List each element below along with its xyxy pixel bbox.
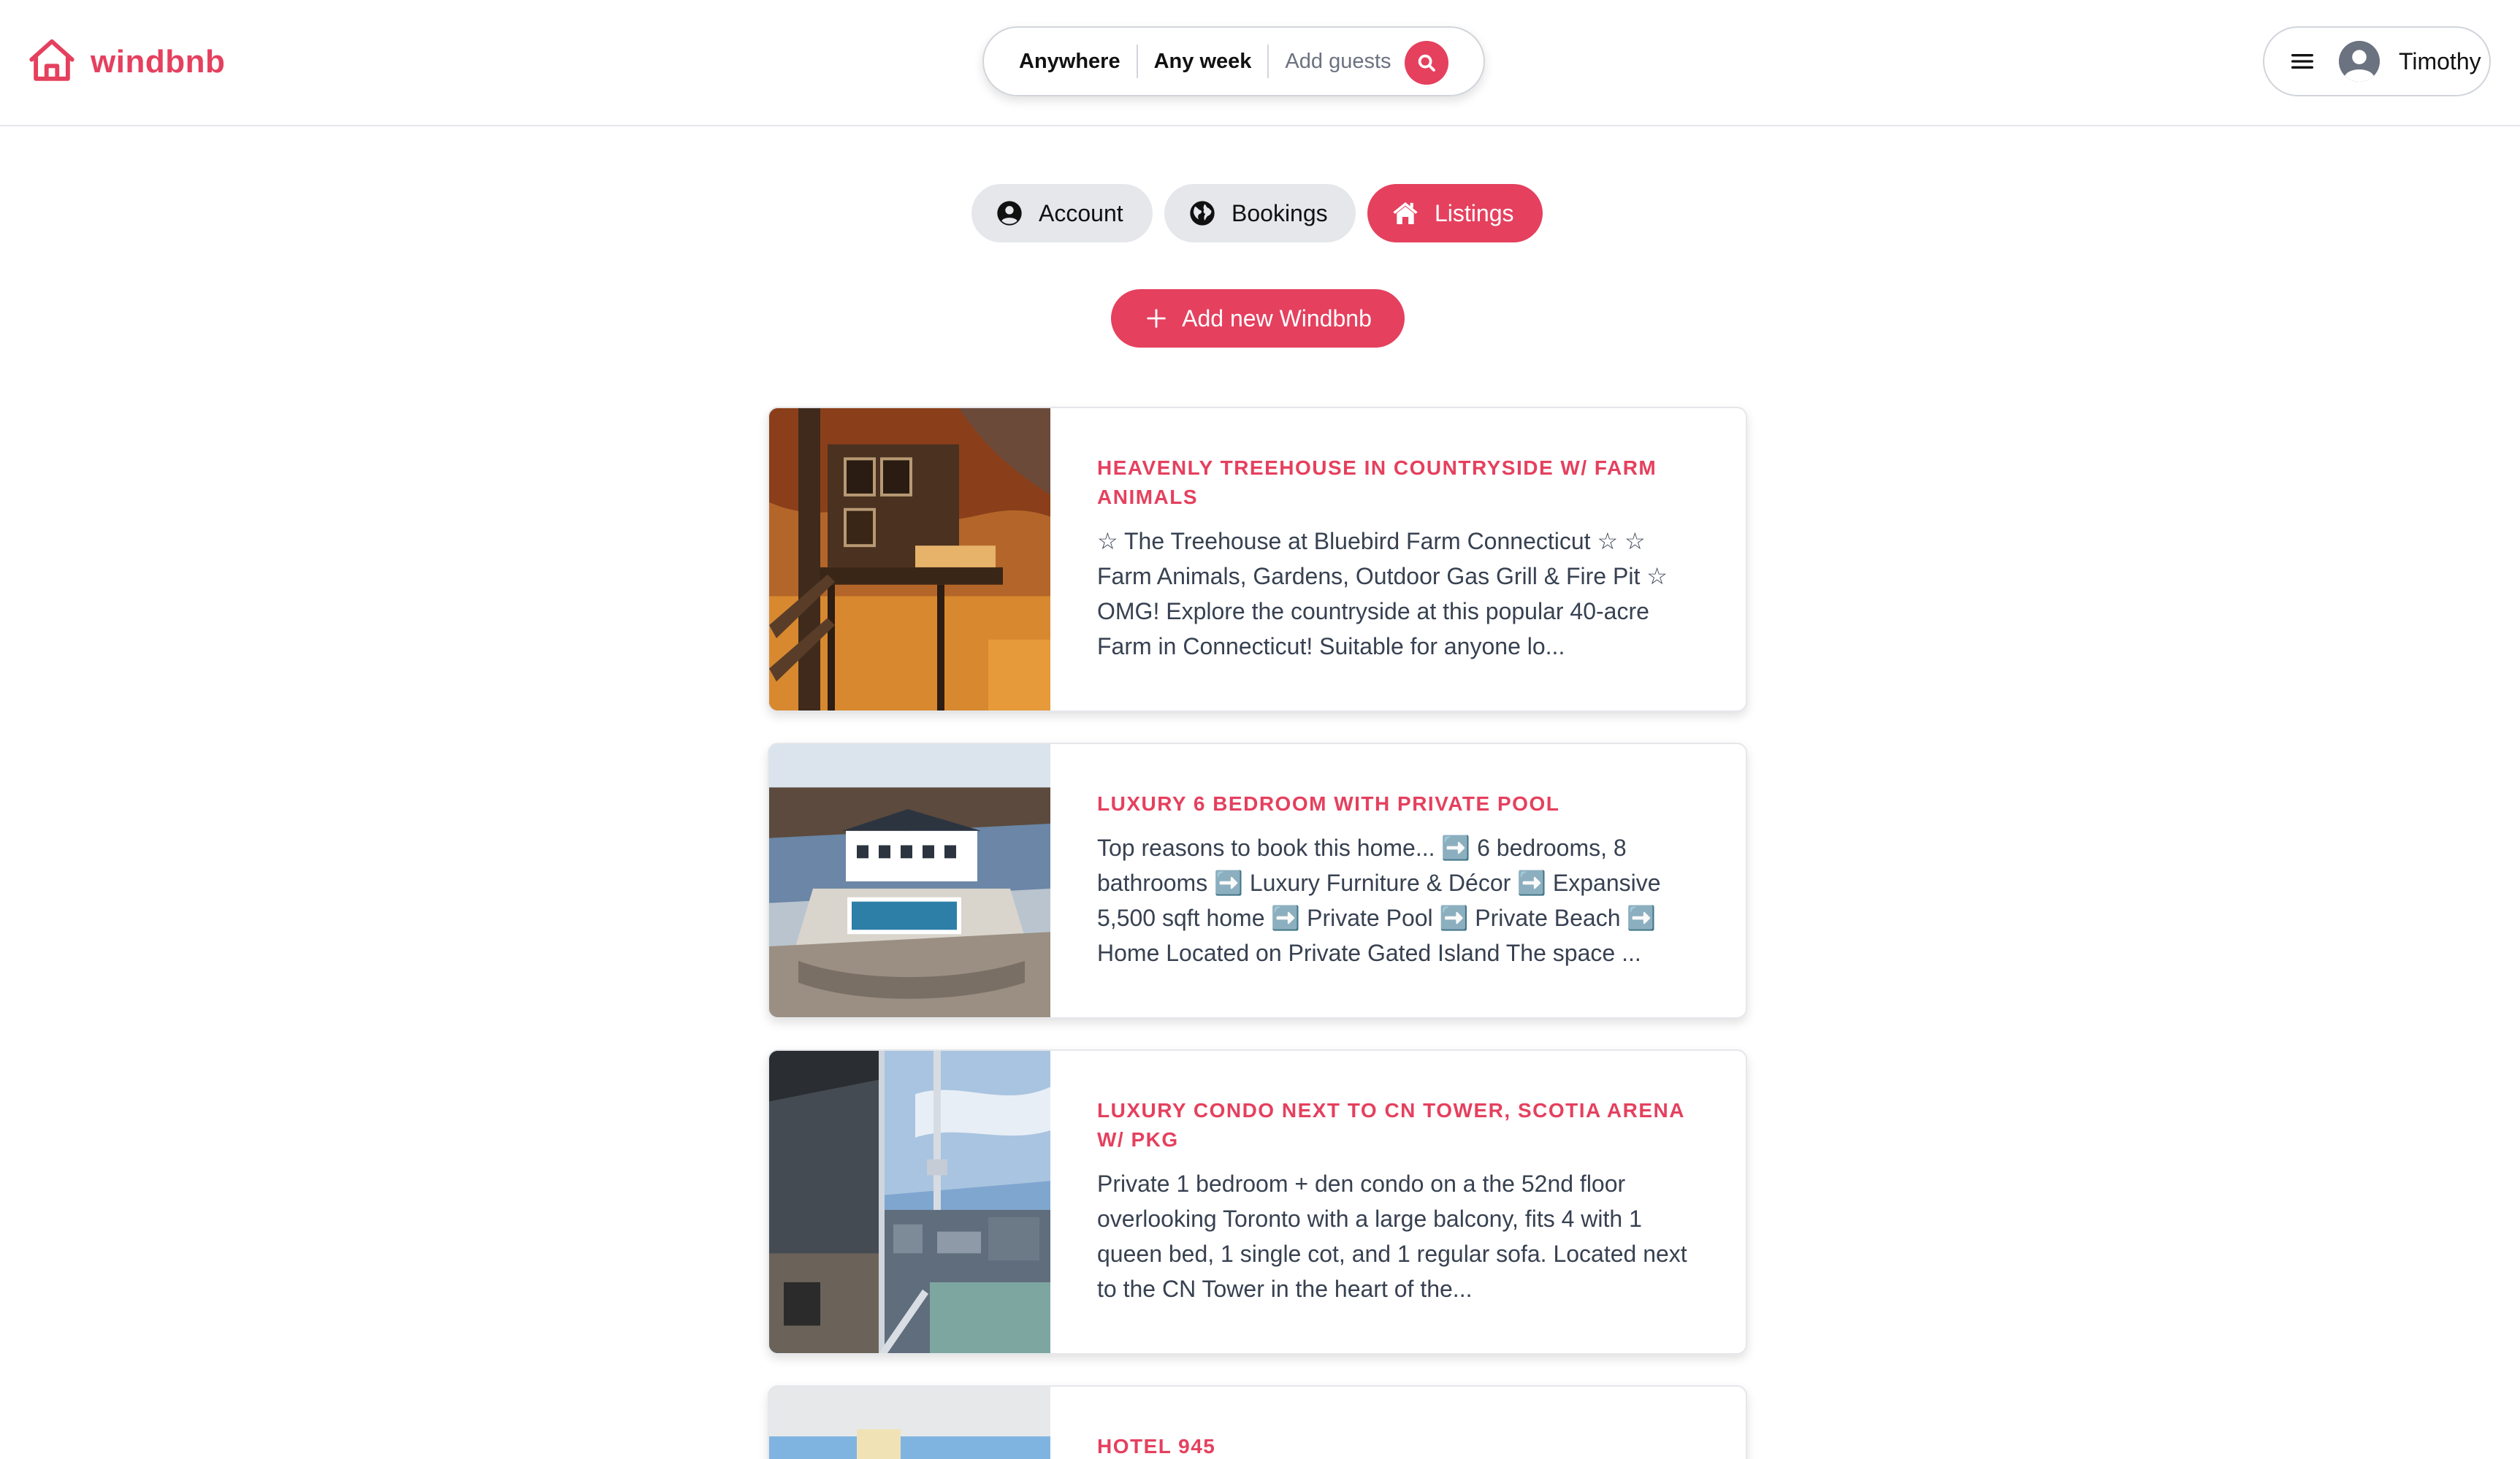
listing-title: HEAVENLY TREEHOUSE IN COUNTRYSIDE W/ FAR… — [1097, 456, 1657, 508]
listing-photo-treehouse — [769, 408, 1050, 711]
listing-card[interactable]: HEAVENLY TREEHOUSE IN COUNTRYSIDE W/ FAR… — [768, 407, 1747, 712]
listing-card[interactable]: LUXURY CONDO NEXT TO CN TOWER, SCOTIA AR… — [768, 1049, 1747, 1355]
search-icon — [1418, 54, 1435, 72]
listing-photo-condo — [769, 1051, 1050, 1353]
add-listing-label: Add new Windbnb — [1182, 305, 1372, 332]
tab-label: Account — [1039, 199, 1123, 226]
search-location[interactable]: Anywhere — [1019, 50, 1120, 74]
search-guests[interactable]: Add guests — [1285, 50, 1391, 74]
listing-photo-hotel — [769, 1387, 1050, 1459]
account-tabs: Account Bookings Listings — [971, 184, 1543, 242]
tab-account[interactable]: Account — [971, 184, 1153, 242]
add-listing-button[interactable]: Add new Windbnb — [1111, 289, 1405, 348]
plus-icon — [1144, 306, 1169, 331]
tab-label: Bookings — [1232, 199, 1328, 226]
brand-name: windbnb — [91, 44, 226, 80]
tab-bookings[interactable]: Bookings — [1164, 184, 1356, 242]
search-bar[interactable]: Anywhere Any week Add guests — [982, 26, 1485, 96]
search-dates[interactable]: Any week — [1154, 50, 1252, 74]
tab-label: Listings — [1435, 199, 1514, 226]
search-button[interactable] — [1405, 41, 1448, 85]
listing-card[interactable]: LUXURY 6 BEDROOM WITH PRIVATE POOL Top r… — [768, 743, 1747, 1019]
user-name: Timothy — [2399, 47, 2481, 74]
listing-description: Top reasons to book this home... ➡️ 6 be… — [1097, 835, 1661, 966]
listing-description: ☆ The Treehouse at Bluebird Farm Connect… — [1097, 528, 1668, 659]
avatar — [2339, 41, 2380, 82]
hamburger-menu-icon — [2288, 47, 2317, 76]
top-header: windbnb Anywhere Any week Add guests Tim… — [0, 0, 2520, 126]
home-icon — [1391, 199, 1420, 228]
search-divider — [1267, 45, 1269, 78]
listing-title: LUXURY CONDO NEXT TO CN TOWER, SCOTIA AR… — [1097, 1099, 1684, 1151]
listing-title: LUXURY 6 BEDROOM WITH PRIVATE POOL — [1097, 792, 1560, 815]
brand-logo[interactable]: windbnb — [26, 37, 225, 88]
listing-title: HOTEL 945 — [1097, 1435, 1216, 1458]
listing-description: Private 1 bedroom + den condo on a the 5… — [1097, 1171, 1687, 1302]
listing-card[interactable]: HOTEL 945 — [768, 1385, 1747, 1459]
globe-icon — [1188, 199, 1217, 228]
listing-photo-pool-house — [769, 744, 1050, 1017]
house-logo-icon — [26, 35, 77, 90]
tab-listings[interactable]: Listings — [1367, 184, 1543, 242]
user-circle-icon — [995, 199, 1024, 228]
user-menu-button[interactable]: Timothy — [2263, 26, 2491, 96]
search-divider — [1136, 45, 1138, 78]
